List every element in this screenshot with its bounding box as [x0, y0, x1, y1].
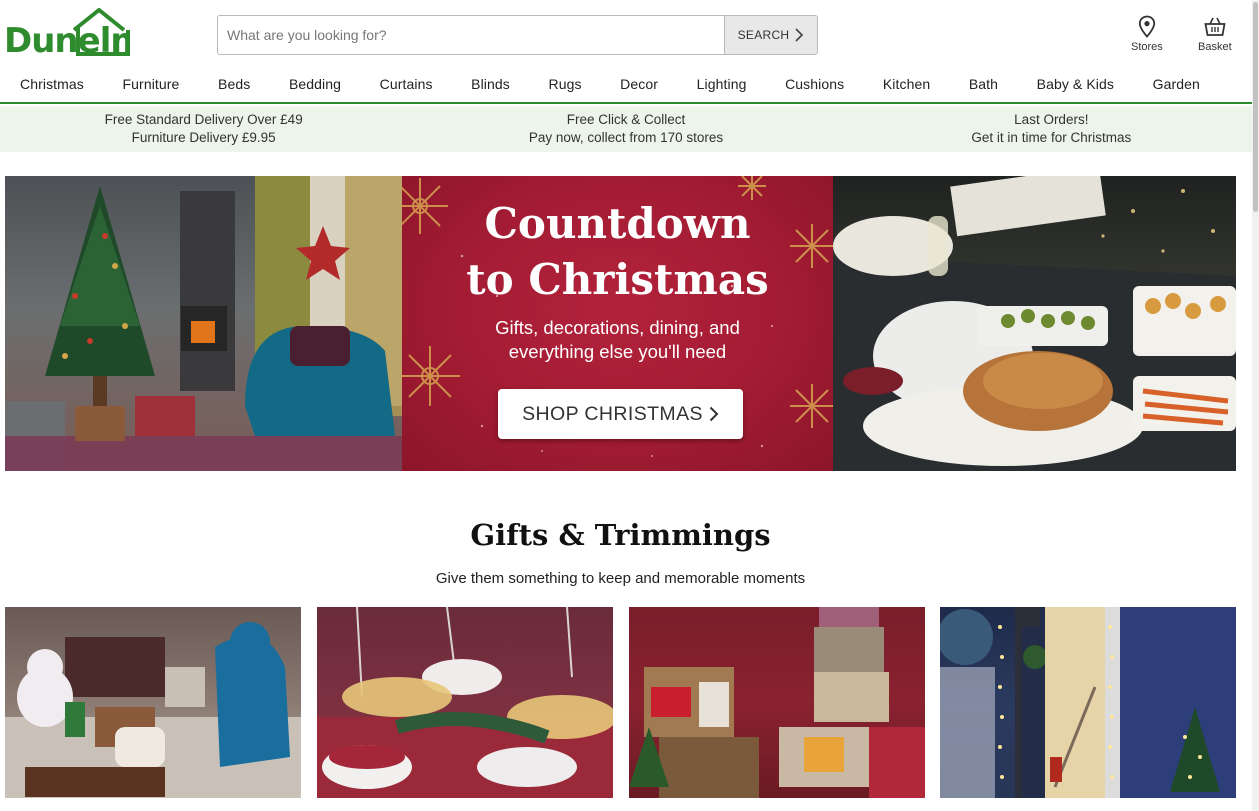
section-subtitle: Give them something to keep and memorabl…	[435, 570, 806, 587]
nav-item-cushions[interactable]: Cushions	[785, 76, 844, 92]
chevron-right-icon	[709, 406, 719, 422]
hero-promo-panel: Countdown to Christmas Gifts, decoration…	[402, 176, 833, 471]
location-pin-icon	[1138, 15, 1155, 38]
usp-line: Furniture Delivery £9.95	[131, 130, 276, 145]
shop-christmas-button[interactable]: SHOP CHRISTMAS	[498, 389, 743, 439]
nav-item-bath[interactable]: Bath	[969, 76, 998, 92]
living-room-illustration	[5, 176, 402, 471]
hero-banner[interactable]: Countdown to Christmas Gifts, decoration…	[5, 176, 1236, 471]
nav-item-beds[interactable]: Beds	[218, 76, 250, 92]
usp-click-collect[interactable]: Free Click & Collect Pay now, collect fr…	[417, 106, 834, 152]
nav-item-rugs[interactable]: Rugs	[548, 76, 581, 92]
front-door-lights-photo	[940, 607, 1236, 798]
search-button-label: SEARCH	[737, 28, 790, 42]
dining-table-photo	[317, 607, 613, 798]
search-input[interactable]	[218, 16, 724, 54]
page-scrollbar[interactable]	[1252, 0, 1259, 811]
nav-item-baby-kids[interactable]: Baby & Kids	[1037, 76, 1114, 92]
nav-item-bedding[interactable]: Bedding	[289, 76, 341, 92]
living-room-photo	[5, 176, 402, 471]
site-header: Dunelm SEARCH Stores Basket	[0, 0, 1252, 66]
basket-link[interactable]: Basket	[1198, 15, 1232, 53]
search-bar: SEARCH	[217, 15, 818, 55]
nav-item-decor[interactable]: Decor	[620, 76, 658, 92]
toys-gifts-photo	[5, 622, 301, 798]
nav-item-kitchen[interactable]: Kitchen	[883, 76, 930, 92]
product-tile-dining[interactable]	[317, 607, 613, 798]
hero-subtitle: Gifts, decorations, dining, and everythi…	[402, 316, 833, 364]
usp-line: Get it in time for Christmas	[971, 130, 1132, 145]
scrollbar-thumb[interactable]	[1253, 2, 1258, 212]
usp-line: Last Orders!	[1014, 112, 1089, 127]
hero-title-line: to Christmas	[466, 255, 769, 304]
nav-item-furniture[interactable]: Furniture	[123, 76, 180, 92]
nav-item-curtains[interactable]: Curtains	[380, 76, 433, 92]
usp-bar: Free Standard Delivery Over £49 Furnitur…	[0, 106, 1252, 152]
usp-line: Free Standard Delivery Over £49	[104, 112, 303, 127]
usp-line: Pay now, collect from 170 stores	[528, 130, 724, 145]
hero-subtitle-line: everything else you'll need	[508, 341, 727, 362]
chevron-right-icon	[795, 28, 804, 42]
product-tile-front-door[interactable]	[940, 607, 1236, 798]
nav-item-blinds[interactable]: Blinds	[471, 76, 510, 92]
christmas-dinner-illustration	[833, 176, 1236, 471]
hero-subtitle-line: Gifts, decorations, dining, and	[495, 317, 740, 338]
basket-icon	[1204, 17, 1226, 36]
hero-title: Countdown to Christmas	[402, 196, 833, 308]
dunelm-logo[interactable]: Dunelm	[4, 8, 130, 56]
product-tile-hampers[interactable]	[629, 607, 925, 798]
hampers-photo	[629, 607, 925, 798]
usp-line: Free Click & Collect	[566, 112, 686, 127]
section-title: Gifts & Trimmings	[470, 518, 771, 552]
nav-item-lighting[interactable]: Lighting	[697, 76, 747, 92]
nav-item-garden[interactable]: Garden	[1153, 76, 1200, 92]
stores-label: Stores	[1131, 41, 1163, 53]
main-nav: Christmas Furniture Beds Bedding Curtain…	[0, 66, 1252, 104]
usp-last-orders[interactable]: Last Orders! Get it in time for Christma…	[843, 106, 1259, 152]
stores-link[interactable]: Stores	[1131, 15, 1163, 53]
hero-title-line: Countdown	[484, 199, 751, 248]
svg-text:Dunelm: Dunelm	[4, 21, 130, 56]
nav-item-christmas[interactable]: Christmas	[20, 76, 84, 92]
search-button[interactable]: SEARCH	[724, 16, 817, 54]
basket-label: Basket	[1198, 41, 1232, 53]
shop-christmas-label: SHOP CHRISTMAS	[522, 402, 703, 425]
product-tile-toys[interactable]	[5, 607, 301, 798]
usp-delivery[interactable]: Free Standard Delivery Over £49 Furnitur…	[0, 106, 412, 152]
christmas-dinner-photo	[833, 176, 1236, 471]
